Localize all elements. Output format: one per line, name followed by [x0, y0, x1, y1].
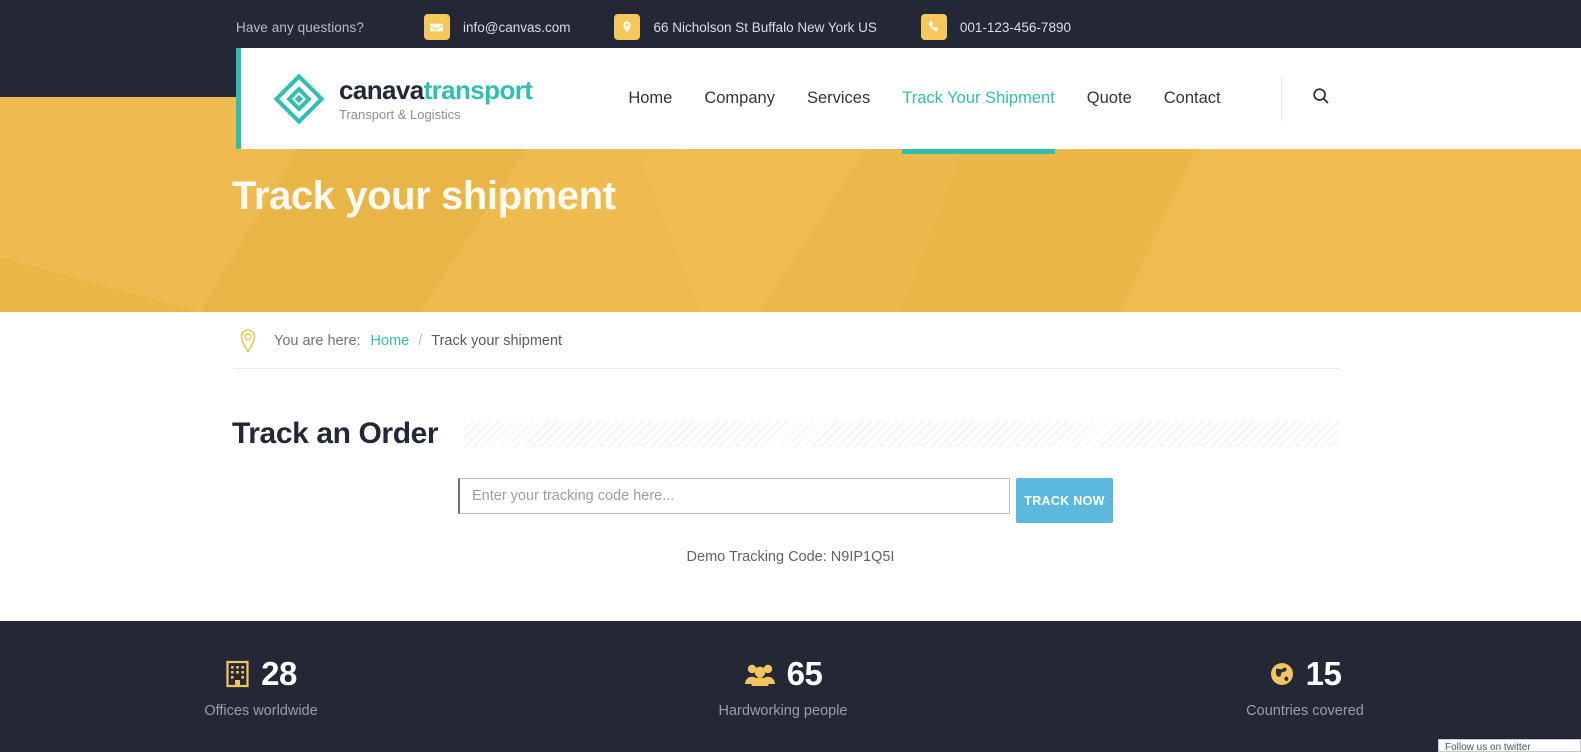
search-icon: [1312, 87, 1330, 110]
corner-widget[interactable]: Follow us on twitter: [1438, 739, 1581, 752]
envelope-icon: [423, 14, 450, 40]
demo-tracking-code: Demo Tracking Code: N9IP1Q5I: [686, 549, 895, 565]
topbar: Have any questions? info@canvas.com 66 N…: [0, 0, 1581, 54]
nav-label: Quote: [1086, 89, 1132, 107]
nav-item-services[interactable]: Services: [807, 48, 870, 149]
topbar-email-item[interactable]: info@canvas.com: [423, 14, 571, 40]
topbar-phone-text: 001-123-456-7890: [959, 19, 1071, 35]
tracking-code-input[interactable]: [458, 478, 1010, 514]
stats-row: 28 Offices worldwide 65 Hardworking peop…: [0, 657, 1566, 719]
globe-icon: [1269, 660, 1295, 688]
breadcrumb-label: You are here:: [274, 332, 361, 349]
logo-name: canavatransport: [339, 74, 533, 105]
stat-label: Offices worldwide: [204, 703, 318, 719]
stat-people: 65 Hardworking people: [522, 657, 1044, 719]
site-header: canavatransport Transport & Logistics Ho…: [236, 48, 1581, 154]
diamond-logo-icon: [273, 73, 325, 125]
search-button[interactable]: [1312, 87, 1330, 110]
nav-label: Services: [806, 89, 871, 107]
topbar-email-text: info@canvas.com: [462, 19, 571, 35]
stat-number: 15: [1305, 655, 1342, 692]
hero-title: Track your shipment: [232, 174, 616, 218]
page-title: Track an Order: [232, 417, 439, 450]
nav-item-contact[interactable]: Contact: [1164, 48, 1221, 149]
stat-label: Hardworking people: [718, 703, 848, 719]
topbar-address-text: 66 Nicholson St Buffalo New York US: [653, 19, 877, 35]
nav-item-home[interactable]: Home: [628, 48, 672, 149]
logo-name-part2: transport: [423, 74, 533, 105]
building-icon: [225, 660, 250, 688]
topbar-inner: Have any questions? info@canvas.com 66 N…: [236, 0, 1115, 54]
topbar-phone-item[interactable]: 001-123-456-7890: [920, 14, 1071, 40]
stat-number: 28: [261, 655, 297, 692]
stats-section: 28 Offices worldwide 65 Hardworking peop…: [0, 621, 1581, 752]
stat-top: 65: [522, 657, 1044, 690]
page-root: Have any questions? info@canvas.com 66 N…: [0, 0, 1581, 752]
breadcrumb-current: Track your shipment: [431, 332, 563, 349]
track-now-button[interactable]: TRACK NOW: [1016, 478, 1113, 523]
section-header: Track an Order: [232, 417, 1339, 451]
nav-item-company[interactable]: Company: [704, 48, 775, 149]
topbar-address-item[interactable]: 66 Nicholson St Buffalo New York US: [614, 14, 877, 40]
nav-item-track-your-shipment[interactable]: Track Your Shipment: [902, 48, 1055, 154]
phone-icon: [920, 14, 947, 40]
main-content: Track an Order TRACK NOW Demo Tracking C…: [0, 369, 1581, 621]
breadcrumb: You are here: Home / Track your shipment: [236, 312, 562, 369]
corner-widget-text: Follow us on twitter: [1445, 742, 1531, 752]
logo-text: canavatransport Transport & Logistics: [339, 74, 533, 122]
stat-offices: 28 Offices worldwide: [0, 657, 522, 719]
stat-top: 28: [0, 657, 522, 690]
stat-top: 15: [1044, 657, 1566, 690]
logo-name-part1: canava: [339, 74, 424, 105]
people-group-icon: [744, 660, 776, 688]
nav-label: Home: [628, 89, 673, 107]
stat-number: 65: [786, 655, 823, 692]
topbar-question-label: Have any questions?: [236, 19, 364, 35]
logo-tagline: Transport & Logistics: [339, 106, 461, 122]
breadcrumb-bar: You are here: Home / Track your shipment: [0, 312, 1581, 369]
stat-label: Countries covered: [1246, 703, 1364, 719]
map-pin-icon: [614, 14, 641, 40]
breadcrumb-separator: /: [418, 332, 423, 349]
nav-divider: [1280, 76, 1282, 121]
hatch-decoration: [464, 421, 1339, 447]
track-order-form: TRACK NOW: [458, 478, 1113, 523]
main-nav: Home Company Services Track Your Shipmen…: [628, 48, 1330, 154]
stat-countries: 15 Countries covered: [1044, 657, 1566, 719]
nav-label: Company: [704, 89, 775, 107]
nav-item-quote[interactable]: Quote: [1087, 48, 1132, 149]
logo[interactable]: canavatransport Transport & Logistics: [273, 73, 533, 125]
map-pin-outline-icon: [236, 328, 260, 354]
breadcrumb-link-home[interactable]: Home: [371, 333, 410, 349]
nav-label: Contact: [1163, 89, 1221, 107]
nav-label: Track Your Shipment: [902, 89, 1055, 107]
